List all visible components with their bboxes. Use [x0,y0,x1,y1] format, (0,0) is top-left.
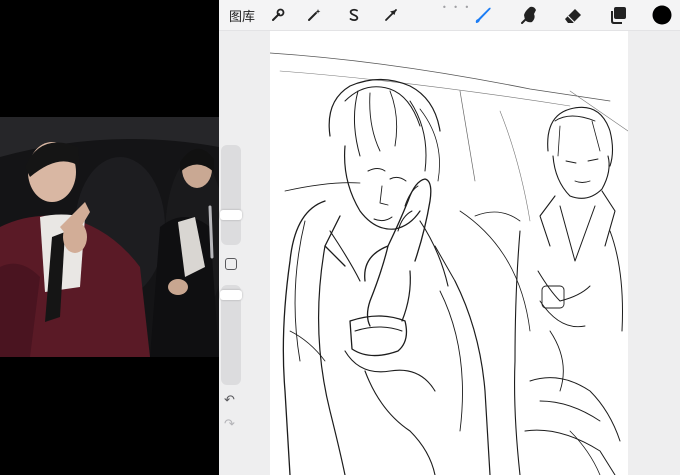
redo-icon[interactable]: ↷ [224,417,235,432]
brush-size-slider-handle[interactable] [220,209,242,220]
layers-icon[interactable] [608,4,628,26]
eraser-icon[interactable] [562,4,584,26]
brush-size-slider[interactable] [220,145,242,245]
opacity-slider[interactable] [220,285,242,385]
brush-icon[interactable] [472,4,494,26]
opacity-slider-handle[interactable] [220,289,242,300]
sidebar: ↶ ↷ [220,145,242,435]
reference-video-image [0,117,219,357]
gallery-button[interactable]: 图库 [229,4,255,26]
magic-wand-icon[interactable] [303,4,325,26]
undo-icon[interactable]: ↶ [224,393,235,408]
drawing-canvas[interactable] [270,31,628,475]
procreate-app: 图库 • • • ↶ ↷ [219,0,680,475]
modify-button[interactable] [225,258,237,270]
arrow-cursor-icon[interactable] [380,4,402,26]
reference-video-frame[interactable] [0,117,219,357]
wrench-icon[interactable] [267,4,289,26]
more-dots[interactable]: • • • [442,3,471,12]
selection-s-icon[interactable] [343,4,365,26]
split-view-video-panel [0,0,219,475]
top-toolbar: 图库 • • • [219,0,680,31]
sketch-artwork [270,52,628,475]
color-swatch[interactable] [651,4,673,26]
smudge-icon[interactable] [519,4,541,26]
